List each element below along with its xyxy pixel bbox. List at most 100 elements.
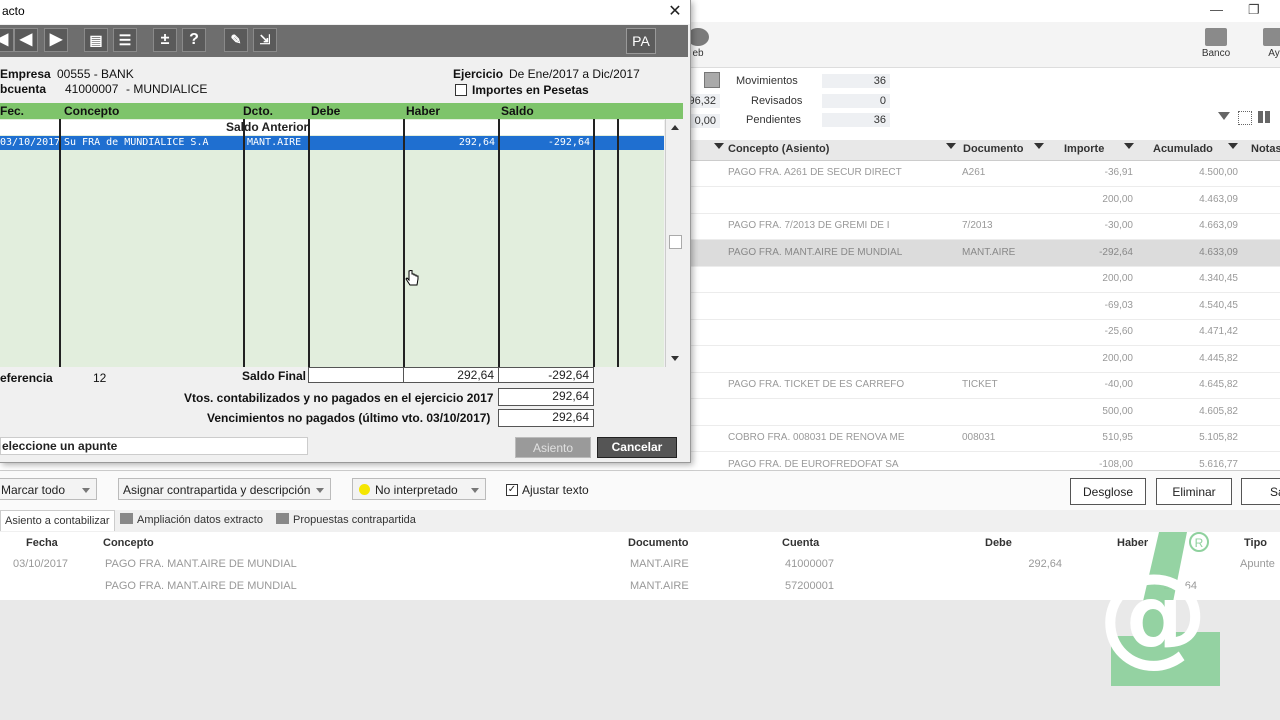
interpretation-status-dropdown[interactable]: No interpretado <box>352 478 486 500</box>
saldo-final-label: Saldo Final <box>242 369 307 383</box>
filter-icon[interactable] <box>946 143 956 152</box>
table-row[interactable]: PAGO FRA. 7/2013 DE GREMI DE I 7/2013 -30,… <box>690 213 1280 240</box>
movimientos-label: Movimientos <box>736 75 798 87</box>
desglose-button[interactable]: Desglose <box>1070 478 1146 505</box>
scroll-thumb[interactable] <box>669 235 682 249</box>
filter-icon[interactable] <box>714 143 724 152</box>
scroll-down-icon[interactable] <box>671 356 679 361</box>
help-icon <box>1263 28 1280 46</box>
col-fec[interactable]: Fec. <box>0 104 24 118</box>
cell-concepto: COBRO FRA. 008031 DE RENOVA ME <box>728 432 905 443</box>
list-icon[interactable]: ☰ <box>113 28 137 52</box>
table-row[interactable]: 200,00 4.340,45 <box>690 266 1280 293</box>
col-acumulado[interactable]: Acumulado <box>1153 143 1213 155</box>
table-row[interactable]: -69,03 4.540,45 <box>690 293 1280 320</box>
cell-documento: 7/2013 <box>962 220 993 231</box>
row-fecha: 03/10/2017 <box>0 137 61 148</box>
cell-importe: 200,00 <box>1102 352 1133 364</box>
cell-documento: MANT.AIRE <box>962 246 1016 258</box>
dialog-grid-body[interactable] <box>0 119 664 367</box>
col-documento[interactable]: Documento <box>628 537 689 549</box>
col-debe[interactable]: Debe <box>311 104 340 118</box>
close-icon[interactable]: ✕ <box>666 1 684 21</box>
col-notas[interactable]: Notas <box>1251 143 1280 155</box>
col-tipo[interactable]: Tipo <box>1244 537 1267 549</box>
scroll-up-icon[interactable] <box>671 125 679 130</box>
table-row[interactable]: PAGO FRA. A261 DE SECUR DIRECT A261 -36,91… <box>690 160 1280 187</box>
saldo-anterior-label: Saldo Anterior <box>226 120 309 134</box>
col-debe[interactable]: Debe <box>985 537 1012 549</box>
cell-fecha: 03/10/2017 <box>13 558 69 570</box>
col-concepto[interactable]: Concepto <box>103 537 154 549</box>
table-row[interactable]: 200,00 4.463,09 <box>690 187 1280 214</box>
cell-acumulado: 4.663,09 <box>1199 220 1238 231</box>
col-documento[interactable]: Documento <box>963 143 1024 155</box>
filter-icon[interactable] <box>1124 143 1134 152</box>
saldo-anterior-row <box>0 120 664 135</box>
next-record-icon[interactable]: ▶ <box>44 28 68 52</box>
filter-icon[interactable] <box>1034 143 1044 152</box>
filter-icon[interactable] <box>1228 143 1238 152</box>
column-divider <box>498 119 500 367</box>
marcar-todo-dropdown[interactable]: Marcar todo <box>0 478 97 500</box>
first-record-icon[interactable]: ◀ <box>0 28 14 52</box>
banco-toolbar-button[interactable]: Banco <box>1196 28 1236 59</box>
col-saldo[interactable]: Saldo <box>501 104 534 118</box>
column-divider <box>403 119 405 367</box>
table-icon <box>120 513 133 524</box>
col-cuenta[interactable]: Cuenta <box>782 537 819 549</box>
grid-view-icon[interactable] <box>1238 111 1252 125</box>
export-icon[interactable]: ⇲ <box>253 28 277 52</box>
save-button[interactable]: Sa <box>1241 478 1280 505</box>
minimize-icon[interactable]: — <box>1210 2 1223 17</box>
vertical-scrollbar[interactable] <box>665 119 684 367</box>
eliminar-button[interactable]: Eliminar <box>1156 478 1232 505</box>
referencia-label: eferencia <box>0 371 53 385</box>
cell-acumulado: 4.340,45 <box>1199 273 1238 284</box>
previous-record-icon[interactable]: ◀ <box>14 28 38 52</box>
table-row[interactable]: PAGO FRA. TICKET DE ES CARREFO TICKET -40,… <box>690 372 1280 399</box>
cancelar-button[interactable]: Cancelar <box>597 437 677 458</box>
table-row[interactable]: -25,60 4.471,42 <box>690 319 1280 346</box>
col-concepto[interactable]: Concepto <box>64 104 119 118</box>
table-row[interactable]: PAGO FRA. MANT.AIRE DE MUNDIAL MANT.AIRE -… <box>690 239 1280 267</box>
print-icon[interactable]: ▤ <box>84 28 108 52</box>
ayuda-toolbar-button[interactable]: Ay <box>1262 28 1280 59</box>
empresa-label: Empresa <box>0 67 51 81</box>
edit-icon[interactable]: ✎ <box>224 28 248 52</box>
cell-importe: -30,00 <box>1104 220 1133 231</box>
cell-importe: -292,64 <box>1099 246 1133 258</box>
asignar-dropdown[interactable]: Asignar contrapartida y descripción <box>118 478 331 500</box>
restore-icon[interactable]: ❐ <box>1248 2 1260 18</box>
ajustar-texto-checkbox[interactable]: ✓ <box>506 484 518 496</box>
cell-acumulado: 4.445,82 <box>1199 352 1238 364</box>
row-haber: 292,64 <box>458 137 495 148</box>
table-row[interactable]: 500,00 4.605,82 <box>690 399 1280 426</box>
stats-panel: 91 596,32 0,00 Movimientos 36 Revisados … <box>650 68 1280 138</box>
tab-propuestas-contrapartida[interactable]: Propuestas contrapartida <box>272 510 420 530</box>
tiles-view-icon[interactable] <box>1258 111 1270 123</box>
subcuenta-label: bcuenta <box>0 82 47 96</box>
yellow-dot-icon <box>359 484 370 495</box>
tab-asiento-contabilizar[interactable]: Asiento a contabilizar <box>0 510 115 531</box>
asiento-button[interactable]: Asiento <box>515 437 591 458</box>
table-row[interactable]: COBRO FRA. 008031 DE RENOVA ME 008031 510,… <box>690 425 1280 452</box>
cell-importe: 500,00 <box>1102 405 1133 417</box>
table-row[interactable]: 200,00 4.445,82 <box>690 346 1280 373</box>
tab-ampliacion-datos[interactable]: Ampliación datos extracto <box>116 510 267 530</box>
checkbox-icon[interactable] <box>704 72 720 88</box>
col-fecha[interactable]: Fecha <box>26 537 58 549</box>
pa-button[interactable]: PA <box>626 28 656 54</box>
help-icon[interactable]: ? <box>182 28 206 52</box>
movements-grid-header: Concepto (Asiento) Documento Importe Acu… <box>690 140 1280 161</box>
filter-icon[interactable] <box>1218 112 1230 120</box>
col-importe[interactable]: Importe <box>1064 143 1104 155</box>
plus-minus-icon[interactable]: ± <box>153 28 177 52</box>
hand-cursor-icon <box>405 270 419 286</box>
vtos-label: Vtos. contabilizados y no pagados en el … <box>184 391 494 405</box>
col-haber[interactable]: Haber <box>406 104 440 118</box>
cell-tipo: Apunte <box>1240 558 1275 570</box>
col-concepto-asiento[interactable]: Concepto (Asiento) <box>728 143 829 155</box>
pesetas-checkbox[interactable] <box>455 84 467 96</box>
col-dcto[interactable]: Dcto. <box>243 104 273 118</box>
